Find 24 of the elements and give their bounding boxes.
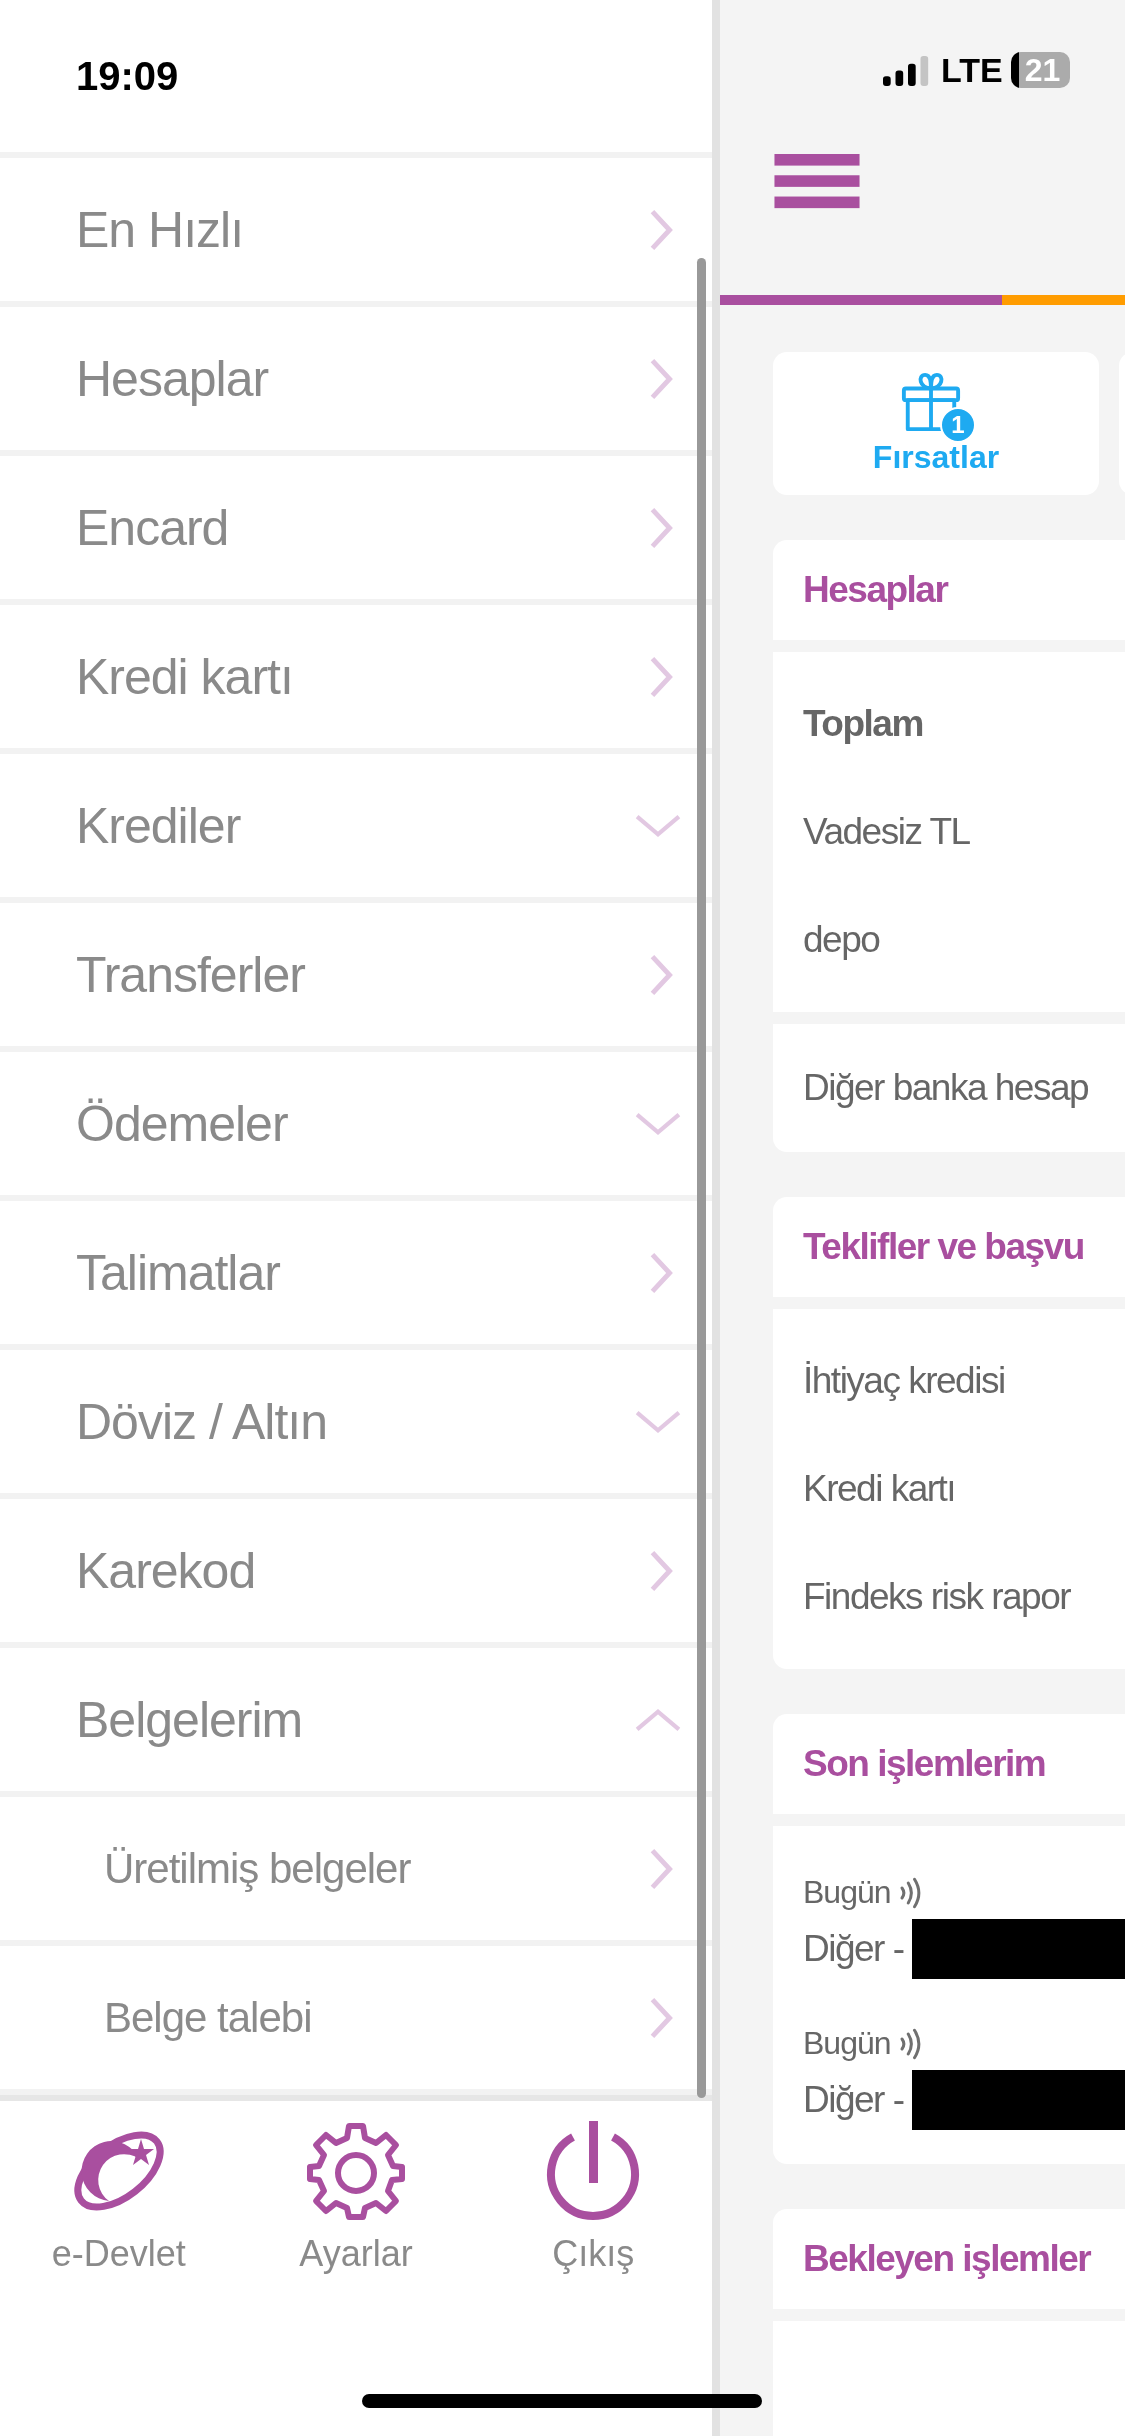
- row-label[interactable]: Diğer banka hesap: [803, 1067, 1089, 1109]
- row-label[interactable]: Vadesiz TL: [803, 811, 970, 853]
- row-label[interactable]: Findeks risk rapor: [803, 1576, 1071, 1618]
- row-label: Toplam: [803, 703, 923, 745]
- row-label[interactable]: İhtiyaç kredisi: [803, 1360, 1005, 1402]
- nav-button[interactable]: Ayarlar: [256, 2121, 456, 2275]
- menu-item[interactable]: En Hızlı: [0, 158, 712, 307]
- status-time: 19:09: [76, 53, 179, 99]
- notification-badge: 1: [940, 407, 976, 443]
- transaction-date: Bugün: [803, 1874, 891, 1911]
- section-title: Son işlemlerim: [803, 1743, 1046, 1785]
- section-title: Hesaplar: [803, 569, 948, 611]
- network-label: LTE: [941, 50, 1003, 90]
- row-label[interactable]: depo: [803, 919, 880, 961]
- section-title: Bekleyen işlemler: [803, 2238, 1091, 2280]
- offers-tile[interactable]: 1 Fırsatlar: [773, 352, 1099, 495]
- row-label[interactable]: Kredi kartı: [803, 1468, 956, 1510]
- transaction-description: Diğer -: [803, 2079, 904, 2121]
- section-title: Teklifler ve başvu: [803, 1226, 1084, 1268]
- transaction-date: Bugün: [803, 2025, 891, 2062]
- battery-indicator: 21: [1010, 52, 1071, 88]
- transaction-description: Diğer -: [803, 1928, 904, 1970]
- nav-button[interactable]: e-Devlet: [18, 2121, 219, 2275]
- nav-button[interactable]: Çıkış: [493, 2121, 694, 2275]
